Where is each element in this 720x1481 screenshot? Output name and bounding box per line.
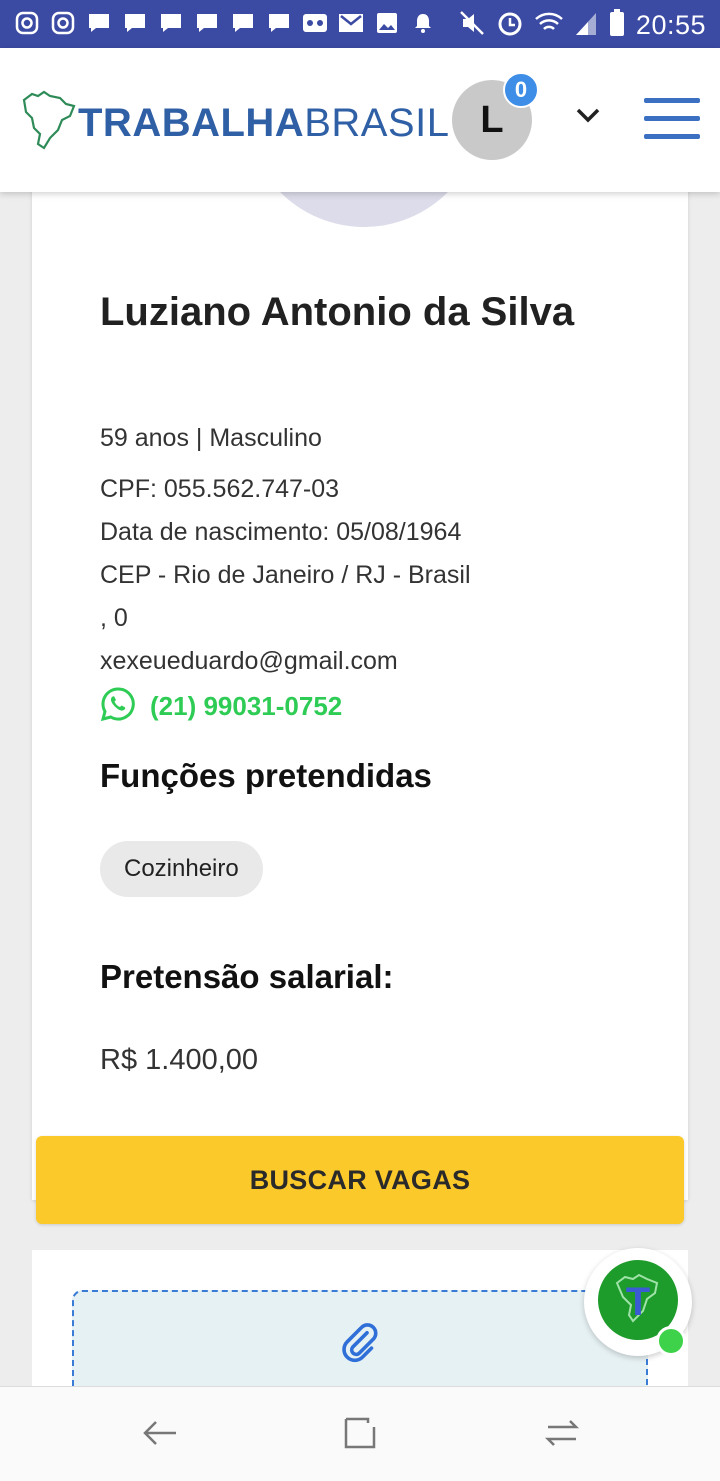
salary-title: Pretensão salarial: bbox=[100, 958, 394, 995]
message-icon bbox=[122, 10, 148, 36]
notification-icons bbox=[14, 10, 436, 36]
whatsapp-phone[interactable]: (21) 99031-0752 bbox=[100, 686, 342, 727]
notification-badge[interactable]: 0 bbox=[503, 72, 539, 108]
message-icon bbox=[194, 10, 220, 36]
paperclip-icon[interactable] bbox=[340, 1322, 380, 1371]
logo-light: BRASIL bbox=[304, 101, 450, 145]
cpf: CPF: 055.562.747-03 bbox=[100, 475, 340, 503]
online-indicator bbox=[656, 1326, 686, 1356]
home-icon[interactable] bbox=[542, 1413, 582, 1458]
whatsapp-icon bbox=[100, 686, 136, 727]
back-icon[interactable] bbox=[140, 1413, 180, 1458]
battery-icon bbox=[608, 8, 626, 43]
alarm-icon bbox=[496, 9, 524, 42]
menu-bar bbox=[644, 116, 700, 121]
chevron-down-icon[interactable] bbox=[574, 106, 602, 131]
functions-title: Funções pretendidas bbox=[100, 757, 432, 794]
address: , 0 bbox=[100, 604, 128, 632]
salary-value: R$ 1.400,00 bbox=[100, 1044, 259, 1076]
wifi-icon bbox=[534, 9, 564, 42]
message-icon bbox=[266, 10, 292, 36]
birth-date: Data de nascimento: 05/08/1964 bbox=[100, 518, 462, 546]
mute-icon bbox=[458, 9, 486, 42]
instagram-icon bbox=[14, 10, 40, 36]
bell-icon bbox=[410, 10, 436, 36]
logo-bold: TRABALHA bbox=[78, 101, 305, 145]
logo-text: TRABALHABRASIL bbox=[78, 101, 449, 146]
svg-text:T: T bbox=[626, 1280, 650, 1324]
avatar-letter: L bbox=[480, 98, 504, 141]
location: CEP - Rio de Janeiro / RJ - Brasil bbox=[100, 561, 471, 589]
chat-button[interactable]: T bbox=[584, 1248, 692, 1356]
status-bar: 20:55 bbox=[0, 0, 720, 48]
search-jobs-button[interactable]: BUSCAR VAGAS bbox=[36, 1136, 684, 1224]
age-gender: 59 anos | Masculino bbox=[100, 424, 322, 452]
brazil-map-icon bbox=[20, 90, 80, 157]
function-chip: Cozinheiro bbox=[100, 841, 263, 897]
menu-bar bbox=[644, 134, 700, 139]
instagram-icon bbox=[50, 10, 76, 36]
phone-number[interactable]: (21) 99031-0752 bbox=[150, 691, 342, 722]
system-indicators: 20:55 bbox=[458, 8, 706, 43]
app-header: TRABALHABRASIL L 0 bbox=[0, 48, 720, 192]
menu-button[interactable] bbox=[644, 98, 700, 152]
system-nav-bar bbox=[0, 1386, 720, 1481]
image-icon bbox=[374, 10, 400, 36]
signal-icon bbox=[574, 9, 598, 42]
message-icon bbox=[86, 10, 112, 36]
menu-bar bbox=[644, 98, 700, 103]
gmail-icon bbox=[338, 10, 364, 36]
logo[interactable]: TRABALHABRASIL bbox=[20, 90, 449, 157]
message-icon bbox=[230, 10, 256, 36]
profile-photo bbox=[264, 192, 464, 227]
profile-name: Luziano Antonio da Silva bbox=[100, 290, 575, 334]
photo-shape bbox=[264, 192, 464, 227]
message-icon bbox=[158, 10, 184, 36]
recent-apps-icon[interactable] bbox=[340, 1413, 380, 1458]
voicemail-icon bbox=[302, 10, 328, 36]
clock: 20:55 bbox=[635, 10, 706, 40]
email[interactable]: xexeueduardo@gmail.com bbox=[100, 647, 398, 676]
